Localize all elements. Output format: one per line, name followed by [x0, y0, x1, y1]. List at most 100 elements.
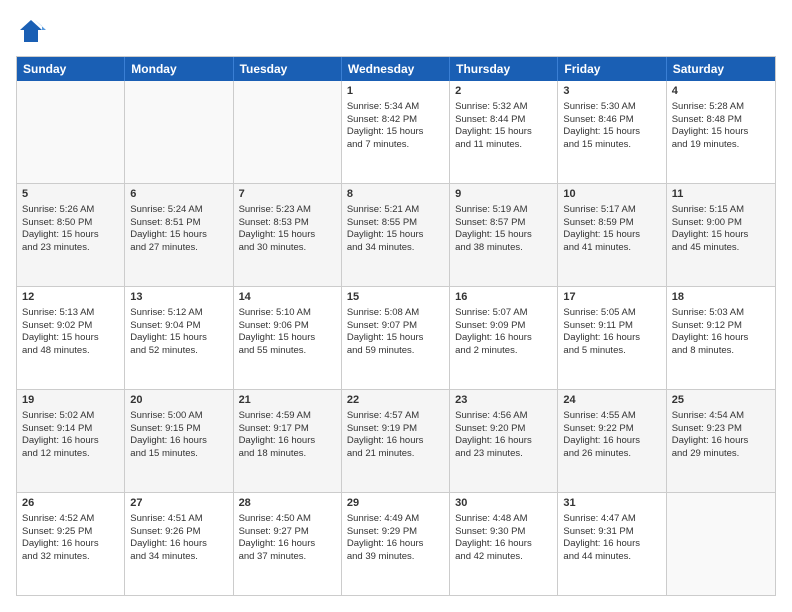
day-number: 21 [239, 393, 336, 408]
day-number: 26 [22, 496, 119, 511]
calendar-cell: 17Sunrise: 5:05 AMSunset: 9:11 PMDayligh… [558, 287, 666, 389]
day-info-line: Sunset: 9:20 PM [455, 423, 552, 436]
day-number: 2 [455, 84, 552, 99]
day-number: 29 [347, 496, 444, 511]
day-number: 17 [563, 290, 660, 305]
day-number: 8 [347, 187, 444, 202]
day-info-line: and 27 minutes. [130, 242, 227, 255]
day-info-line: and 5 minutes. [563, 345, 660, 358]
day-info-line: and 26 minutes. [563, 448, 660, 461]
day-number: 25 [672, 393, 770, 408]
day-info-line: Sunrise: 5:17 AM [563, 204, 660, 217]
day-number: 24 [563, 393, 660, 408]
calendar-row: 26Sunrise: 4:52 AMSunset: 9:25 PMDayligh… [17, 493, 775, 595]
day-info-line: Daylight: 16 hours [347, 538, 444, 551]
day-info-line: Sunset: 8:42 PM [347, 114, 444, 127]
day-info-line: Daylight: 15 hours [347, 332, 444, 345]
day-info-line: Sunrise: 4:49 AM [347, 513, 444, 526]
calendar-cell: 24 Sunrise: 4:55 AMSunset: 9:22 PMDayligh… [558, 390, 666, 492]
day-info-line: Daylight: 15 hours [130, 229, 227, 242]
calendar-cell: 15Sunrise: 5:08 AMSunset: 9:07 PMDayligh… [342, 287, 450, 389]
calendar-cell [125, 81, 233, 183]
day-info-line: Daylight: 16 hours [455, 538, 552, 551]
logo-icon [16, 16, 46, 46]
day-info-line: Sunrise: 5:24 AM [130, 204, 227, 217]
day-info-line: Daylight: 16 hours [563, 538, 660, 551]
day-info-line: Daylight: 16 hours [239, 435, 336, 448]
day-info-line: Sunset: 9:17 PM [239, 423, 336, 436]
calendar-cell: 27Sunrise: 4:51 AMSunset: 9:26 PMDayligh… [125, 493, 233, 595]
day-info-line: and 8 minutes. [672, 345, 770, 358]
calendar-cell: 22Sunrise: 4:57 AMSunset: 9:19 PMDayligh… [342, 390, 450, 492]
day-info-line: and 48 minutes. [22, 345, 119, 358]
day-info-line: Daylight: 16 hours [563, 435, 660, 448]
day-info-line: Sunset: 8:51 PM [130, 217, 227, 230]
day-number: 18 [672, 290, 770, 305]
day-info-line: Daylight: 15 hours [347, 229, 444, 242]
calendar-cell: 29 Sunrise: 4:49 AMSunset: 9:29 PMDayligh… [342, 493, 450, 595]
calendar-row: 12Sunrise: 5:13 AMSunset: 9:02 PMDayligh… [17, 287, 775, 390]
day-info-line: Sunset: 9:00 PM [672, 217, 770, 230]
calendar-cell: 4Sunrise: 5:28 AMSunset: 8:48 PMDaylight… [667, 81, 775, 183]
day-info-line: Sunset: 9:29 PM [347, 526, 444, 539]
day-info-line: Daylight: 16 hours [22, 538, 119, 551]
day-info-line: Daylight: 15 hours [239, 332, 336, 345]
calendar-cell: 3Sunrise: 5:30 AMSunset: 8:46 PMDaylight… [558, 81, 666, 183]
day-info-line: and 23 minutes. [22, 242, 119, 255]
weekday-header: Thursday [450, 57, 558, 81]
day-info-line: Sunset: 8:46 PM [563, 114, 660, 127]
day-info-line: Daylight: 16 hours [239, 538, 336, 551]
weekday-header: Sunday [17, 57, 125, 81]
day-number: 14 [239, 290, 336, 305]
day-info-line: and 7 minutes. [347, 139, 444, 152]
weekday-header: Saturday [667, 57, 775, 81]
day-info-line: Sunset: 9:23 PM [672, 423, 770, 436]
day-number: 28 [239, 496, 336, 511]
day-info-line: and 37 minutes. [239, 551, 336, 564]
day-info-line: Daylight: 15 hours [563, 126, 660, 139]
day-info-line: Sunrise: 5:02 AM [22, 410, 119, 423]
calendar-cell: 16Sunrise: 5:07 AMSunset: 9:09 PMDayligh… [450, 287, 558, 389]
calendar: SundayMondayTuesdayWednesdayThursdayFrid… [16, 56, 776, 596]
day-info-line: Sunrise: 4:52 AM [22, 513, 119, 526]
day-info-line: and 11 minutes. [455, 139, 552, 152]
header [16, 16, 776, 46]
day-info-line: Sunset: 9:12 PM [672, 320, 770, 333]
day-number: 7 [239, 187, 336, 202]
day-info-line: and 12 minutes. [22, 448, 119, 461]
day-info-line: Sunrise: 5:34 AM [347, 101, 444, 114]
day-info-line: Sunset: 9:31 PM [563, 526, 660, 539]
calendar-cell: 26Sunrise: 4:52 AMSunset: 9:25 PMDayligh… [17, 493, 125, 595]
calendar-body: 1Sunrise: 5:34 AMSunset: 8:42 PMDaylight… [17, 81, 775, 595]
calendar-cell: 2Sunrise: 5:32 AMSunset: 8:44 PMDaylight… [450, 81, 558, 183]
calendar-cell: 20Sunrise: 5:00 AMSunset: 9:15 PMDayligh… [125, 390, 233, 492]
day-info-line: and 15 minutes. [130, 448, 227, 461]
day-info-line: Sunrise: 4:55 AM [563, 410, 660, 423]
day-info-line: Sunrise: 5:12 AM [130, 307, 227, 320]
day-info-line: Daylight: 16 hours [455, 332, 552, 345]
day-info-line: Daylight: 16 hours [22, 435, 119, 448]
day-info-line: Sunrise: 5:32 AM [455, 101, 552, 114]
day-info-line: Sunrise: 5:19 AM [455, 204, 552, 217]
calendar-cell: 11Sunrise: 5:15 AMSunset: 9:00 PMDayligh… [667, 184, 775, 286]
day-number: 10 [563, 187, 660, 202]
calendar-cell: 13Sunrise: 5:12 AMSunset: 9:04 PMDayligh… [125, 287, 233, 389]
day-info-line: and 18 minutes. [239, 448, 336, 461]
day-number: 6 [130, 187, 227, 202]
calendar-cell: 8Sunrise: 5:21 AMSunset: 8:55 PMDaylight… [342, 184, 450, 286]
day-info-line: Sunrise: 4:50 AM [239, 513, 336, 526]
calendar-cell [17, 81, 125, 183]
calendar-cell: 28Sunrise: 4:50 AMSunset: 9:27 PMDayligh… [234, 493, 342, 595]
day-info-line: and 41 minutes. [563, 242, 660, 255]
day-info-line: and 32 minutes. [22, 551, 119, 564]
day-info-line: Daylight: 16 hours [130, 538, 227, 551]
day-number: 9 [455, 187, 552, 202]
calendar-cell: 10Sunrise: 5:17 AMSunset: 8:59 PMDayligh… [558, 184, 666, 286]
day-info-line: Sunrise: 4:47 AM [563, 513, 660, 526]
calendar-cell: 23Sunrise: 4:56 AMSunset: 9:20 PMDayligh… [450, 390, 558, 492]
calendar-cell: 1Sunrise: 5:34 AMSunset: 8:42 PMDaylight… [342, 81, 450, 183]
day-number: 27 [130, 496, 227, 511]
day-info-line: Sunset: 9:22 PM [563, 423, 660, 436]
day-info-line: Daylight: 15 hours [455, 126, 552, 139]
weekday-header: Tuesday [234, 57, 342, 81]
